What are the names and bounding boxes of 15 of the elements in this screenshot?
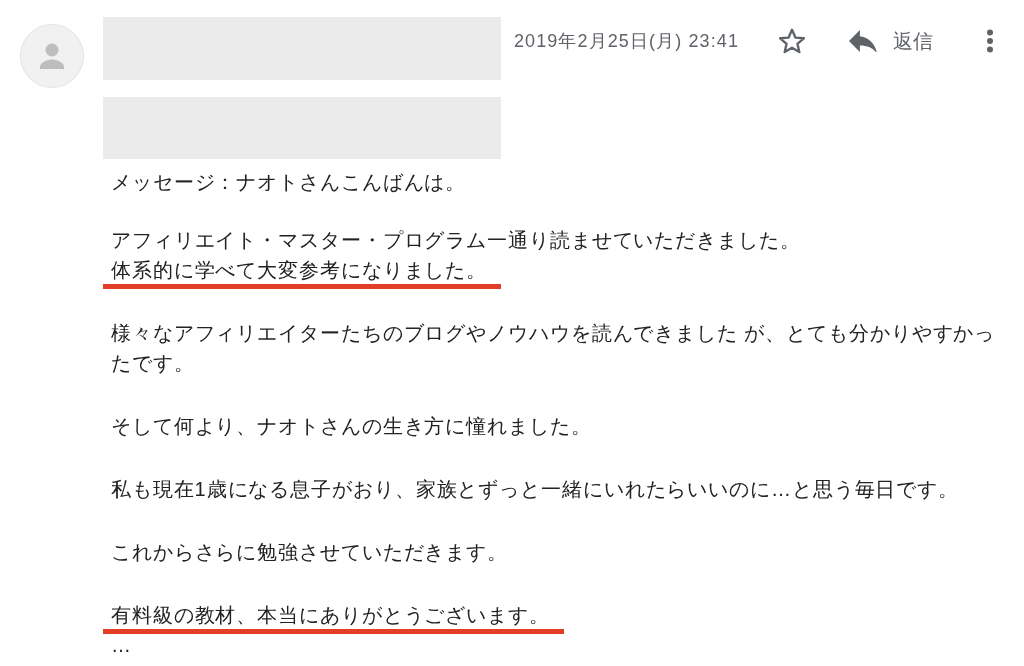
star-icon[interactable] xyxy=(779,28,805,54)
message-text: 様々なアフィリエイターたちのブログやノウハウを読んできました が、とても分かりやすかったです。 xyxy=(111,322,996,374)
reply-button[interactable]: 返信 xyxy=(849,27,933,55)
message-text: 私も現在1歳になる息子がおり、家族とずっと一緒にいれたらいいのに…と思う毎日です。 xyxy=(111,478,960,500)
message-text: アフィリエイト・マスター・プログラム一通り読ませていただきました。 xyxy=(111,229,801,251)
message-text: そして何より、ナオトさんの生き方に憧れました。 xyxy=(111,415,592,437)
message-text: これからさらに勉強させていただきます。 xyxy=(111,541,509,563)
message-text: … xyxy=(111,634,132,656)
message-text: 有料級の教材、本当にありがとうございます。 xyxy=(111,604,550,626)
more-vertical-icon[interactable] xyxy=(986,29,994,53)
reply-arrow-icon xyxy=(849,30,877,52)
message-text: メッセージ：ナオトさんこんばんは。 xyxy=(111,171,467,193)
message-date: 2019年2月25日(月) 23:41 xyxy=(514,30,739,53)
message-text: 体系的に学べて大変参考になりました。 xyxy=(111,259,488,281)
avatar-icon xyxy=(20,24,84,88)
